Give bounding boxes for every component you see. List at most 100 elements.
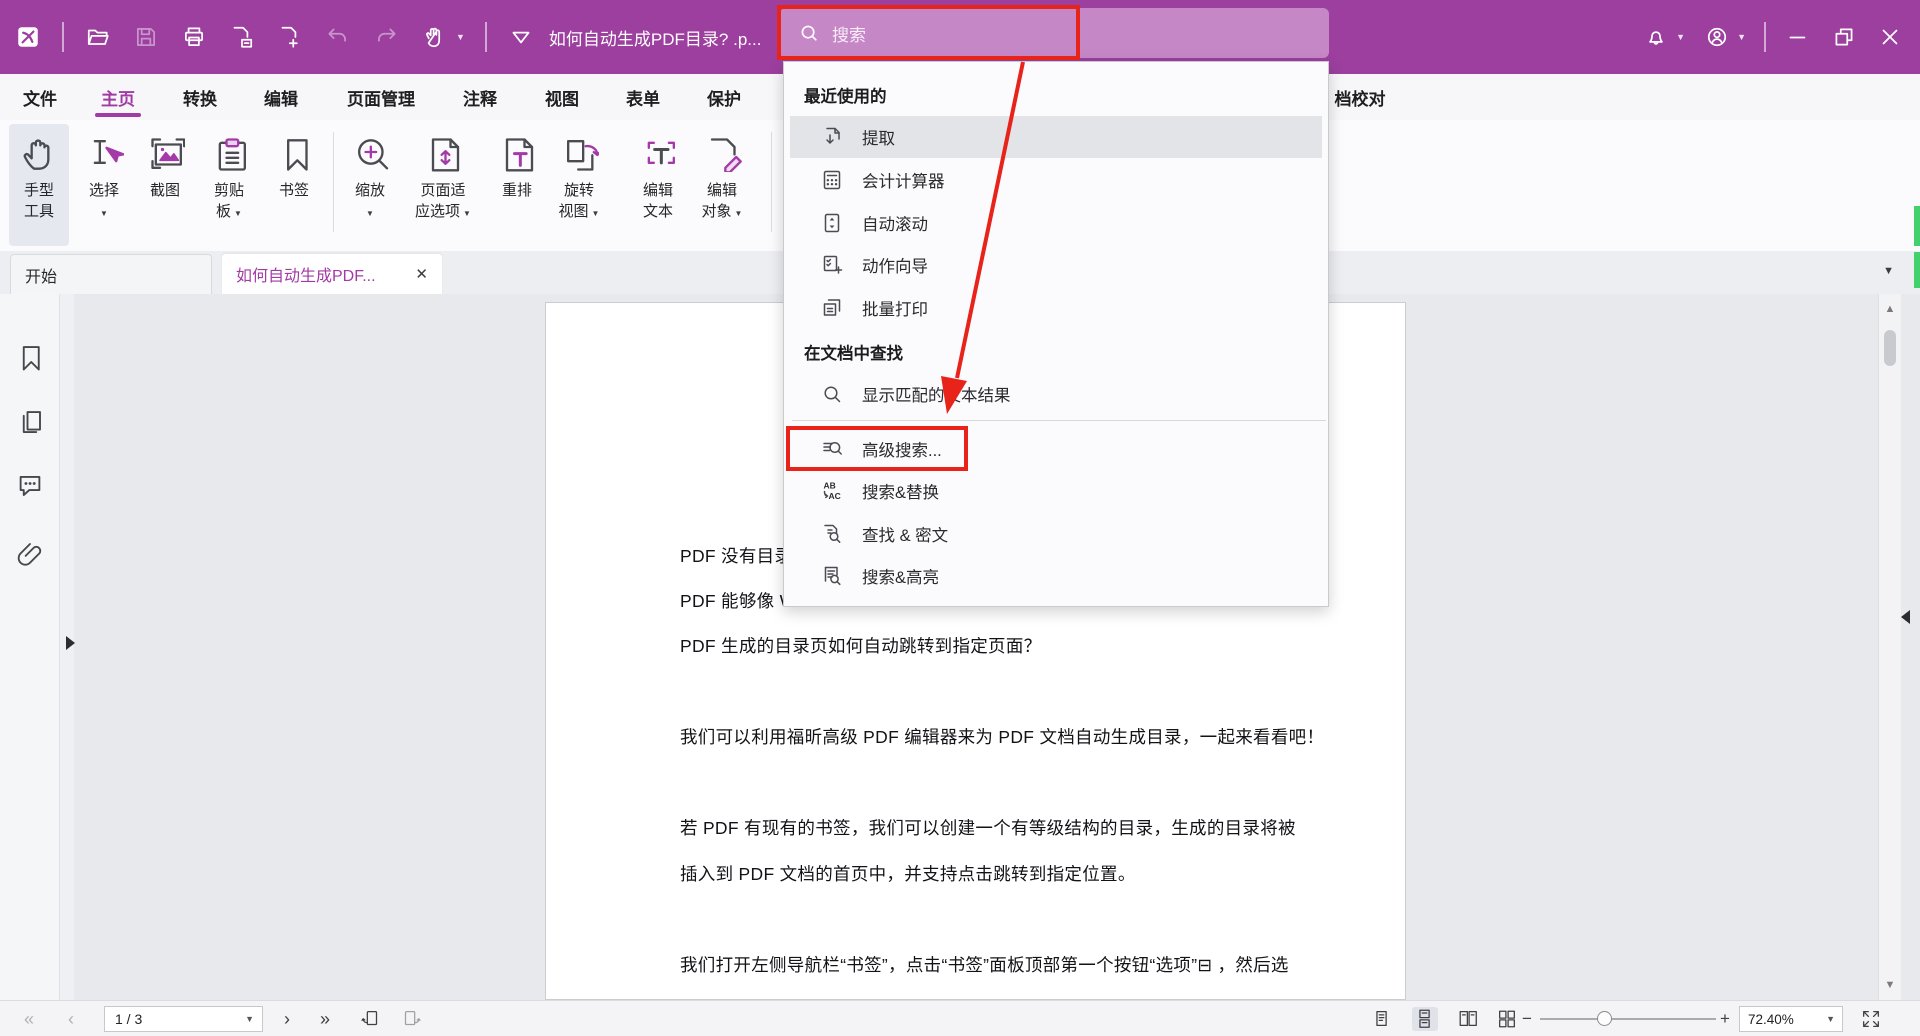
scroll-down-icon[interactable]: ▼ <box>1883 978 1897 992</box>
attachment-panel-icon[interactable] <box>15 539 45 569</box>
search-input[interactable]: 搜索 <box>780 8 1329 58</box>
tool-edit-object[interactable]: 编辑对象▼ <box>692 124 752 246</box>
tool-edit-text[interactable]: 编辑文本 <box>628 124 688 246</box>
vertical-scrollbar[interactable]: ▲ ▼ <box>1878 294 1901 1000</box>
zoom-slider-knob[interactable] <box>1597 1011 1612 1026</box>
autoscroll-icon <box>820 211 844 235</box>
tab-edit[interactable]: 编辑 <box>264 74 298 120</box>
scroll-up-icon[interactable]: ▲ <box>1883 302 1897 316</box>
zoom-out-icon[interactable]: − <box>1522 1001 1532 1036</box>
rightpanel-collapse-arrow-icon[interactable] <box>1901 610 1910 624</box>
menu-item-accounting-calculator[interactable]: 会计计算器 <box>790 159 1322 201</box>
tool-hand-tool[interactable]: 手型工具 <box>9 124 69 246</box>
tool-label: 旋转 <box>564 180 594 201</box>
document-text-line: PDF 没有目录 <box>680 543 792 568</box>
tool-rotate-view[interactable]: 旋转视图▼ <box>549 124 609 246</box>
previous-view-icon[interactable] <box>358 1007 384 1031</box>
first-page-icon[interactable]: « <box>24 1001 34 1036</box>
menu-section-recently-used: 最近使用的 <box>804 83 887 107</box>
next-view-icon[interactable] <box>398 1007 424 1031</box>
add-page-icon[interactable] <box>276 23 304 51</box>
tab-protect[interactable]: 保护 <box>707 74 741 120</box>
svg-text:AB: AB <box>824 481 836 491</box>
tool-clipboard[interactable]: 剪贴板▼ <box>199 124 259 246</box>
bell-icon[interactable] <box>1642 23 1670 51</box>
layout-continuous-icon[interactable] <box>1412 1007 1438 1031</box>
menu-item-batch-print[interactable]: 批量打印 <box>790 287 1322 329</box>
account-icon[interactable] <box>1703 23 1731 51</box>
scrollbar-thumb[interactable] <box>1884 330 1896 366</box>
print-icon[interactable] <box>180 23 208 51</box>
menu-item-extract[interactable]: 提取 <box>790 116 1322 158</box>
tool-zoom[interactable]: 缩放▼ <box>340 124 400 246</box>
rotate-view-icon <box>559 124 599 180</box>
menu-item-auto-scroll[interactable]: 自动滚动 <box>790 202 1322 244</box>
chevron-down-icon[interactable]: ▼ <box>1676 32 1685 42</box>
prev-page-icon[interactable]: ‹ <box>68 1001 74 1036</box>
tool-fit-page-options[interactable]: 页面适应选项▼ <box>409 124 477 246</box>
page-number-value: 1 / 3 <box>115 1011 142 1027</box>
tool-bookmark[interactable]: 书签 <box>264 124 324 246</box>
tab-convert[interactable]: 转换 <box>183 74 217 120</box>
chevron-down-icon[interactable]: ▼ <box>456 32 465 42</box>
tool-select[interactable]: 选择▼ <box>74 124 134 246</box>
page-number-input[interactable]: 1 / 3 ▼ <box>104 1006 263 1032</box>
zoom-slider-track[interactable] <box>1540 1018 1716 1020</box>
menu-item-action-wizard[interactable]: 动作向导 <box>790 244 1322 286</box>
menu-item-search-highlight[interactable]: 搜索&高亮 <box>790 555 1322 597</box>
tab-form[interactable]: 表单 <box>626 74 660 120</box>
tab-page-manage[interactable]: 页面管理 <box>347 74 415 120</box>
undo-icon <box>324 23 352 51</box>
tool-reflow[interactable]: 重排 <box>487 124 547 246</box>
pages-panel-icon[interactable] <box>15 407 45 437</box>
chevron-down-icon[interactable]: ▼ <box>1737 32 1746 42</box>
redo-icon <box>372 23 400 51</box>
tab-view[interactable]: 视图 <box>545 74 579 120</box>
tool-label: 手型 <box>24 180 54 201</box>
menu-item-label: 高级搜索... <box>862 437 942 461</box>
doc-tab-start[interactable]: 开始 <box>10 254 212 294</box>
tool-label: 对象▼ <box>702 201 743 224</box>
tab-comment[interactable]: 注释 <box>463 74 497 120</box>
close-icon[interactable]: ✕ <box>415 265 428 283</box>
foxit-pdf-editor-window: ▼ 如何自动生成PDF目录? .p... 搜索 ▼▼ 档校对 文件主页转换编辑页… <box>0 0 1920 1036</box>
export-page-icon[interactable] <box>228 23 256 51</box>
bookmark-panel-icon[interactable] <box>15 342 45 372</box>
window-close-icon[interactable] <box>1876 23 1904 51</box>
layout-facing-icon[interactable] <box>1455 1007 1481 1031</box>
tool-snapshot[interactable]: 截图 <box>135 124 195 246</box>
layout-single-icon[interactable] <box>1369 1007 1395 1031</box>
menu-item-search-replace[interactable]: ABAC搜索&替换 <box>790 470 1322 512</box>
edit-object-icon <box>702 124 742 180</box>
tool-label: 书签 <box>279 180 309 201</box>
tab-file[interactable]: 文件 <box>23 74 57 120</box>
doc-tab-document[interactable]: 如何自动生成PDF...✕ <box>222 254 442 294</box>
window-restore-icon[interactable] <box>1830 23 1858 51</box>
comment-panel-icon[interactable] <box>15 470 45 500</box>
last-page-icon[interactable]: » <box>320 1001 330 1036</box>
chevron-down-icon: ▼ <box>1826 1014 1835 1024</box>
save-icon <box>132 23 160 51</box>
search-icon <box>820 382 844 406</box>
ribbon-collapse-icon[interactable] <box>507 23 535 51</box>
menu-item-label: 搜索&替换 <box>862 479 939 503</box>
next-page-icon[interactable]: › <box>284 1001 290 1036</box>
tool-label: 编辑 <box>707 180 737 201</box>
window-minimize-icon[interactable] <box>1784 23 1812 51</box>
folder-open-icon[interactable] <box>84 23 112 51</box>
menu-item-find-redact[interactable]: 查找 & 密文 <box>790 513 1322 555</box>
chevron-down-icon[interactable]: ▼ <box>1883 265 1894 277</box>
layout-quad-icon[interactable] <box>1494 1007 1520 1031</box>
tab-proofread-partial[interactable]: 档校对 <box>1335 74 1386 120</box>
fullscreen-icon[interactable] <box>1858 1007 1884 1031</box>
document-text-line: PDF 生成的目录页如何自动跳转到指定页面？ <box>680 633 1041 658</box>
menu-item-show-matched-text-results[interactable]: 显示匹配的文本结果 <box>790 373 1322 415</box>
sidebar-expand-arrow-icon[interactable] <box>66 636 75 650</box>
hand-pointer-icon[interactable] <box>420 23 448 51</box>
menu-item-advanced-search[interactable]: 高级搜索... <box>790 428 1322 470</box>
foxit-logo-icon[interactable] <box>14 23 42 51</box>
menu-item-label: 自动滚动 <box>862 211 928 235</box>
tab-home[interactable]: 主页 <box>101 74 135 120</box>
zoom-level-select[interactable]: 72.40% ▼ <box>1739 1006 1843 1032</box>
zoom-in-icon[interactable]: + <box>1720 1001 1730 1036</box>
